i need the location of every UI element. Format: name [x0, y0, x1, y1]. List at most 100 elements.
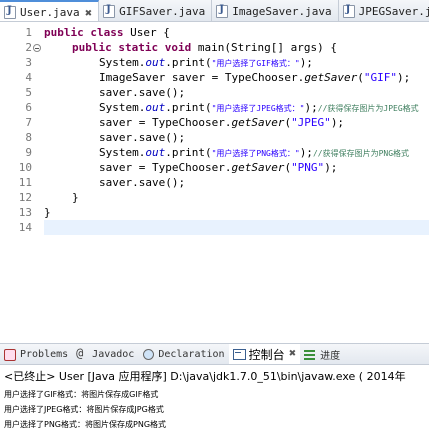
code-text: System.: [99, 146, 146, 159]
code-line: System.out.print("用户选择了JPEG格式：");//获得保存图…: [99, 100, 419, 115]
tab-label: 进度: [320, 350, 341, 362]
line-number: 4: [25, 71, 32, 84]
code-text-area[interactable]: public class User { public static void m…: [44, 23, 429, 333]
line-number: 10: [18, 161, 32, 174]
code-text: saver = TypeChooser.: [99, 116, 232, 129]
tab-progress[interactable]: 进度: [300, 344, 344, 364]
tab-console[interactable]: 控制台: [228, 344, 301, 364]
close-icon[interactable]: [85, 6, 93, 19]
code-text: User {: [130, 26, 170, 39]
keyword: static: [118, 41, 159, 54]
keyword: public: [72, 41, 112, 54]
static-field: out: [145, 56, 166, 69]
code-text: );: [304, 101, 318, 114]
console-output-line: 用户选择了GIF格式：将图片保存成GIF格式: [4, 390, 159, 399]
code-line: System.out.print("用户选择了PNG格式：");//获得保存图片…: [99, 145, 409, 160]
editor-tab-imagesaver-java[interactable]: ImageSaver.java: [212, 0, 339, 21]
declaration-icon: [141, 347, 155, 361]
code-text: );: [330, 116, 345, 129]
tab-problems[interactable]: Problems: [0, 344, 72, 364]
code-line: saver = TypeChooser.getSaver("JPEG");: [99, 115, 344, 130]
code-line: public static void main(String[] args) {: [72, 40, 337, 55]
static-method: getSaver: [231, 116, 285, 129]
tab-label: ImageSaver.java: [232, 4, 332, 18]
static-method: getSaver: [231, 161, 285, 174]
line-number: 3: [25, 56, 32, 69]
code-line: saver.save();: [99, 130, 185, 145]
tab-declaration[interactable]: Declaration: [138, 344, 228, 364]
code-line: }: [44, 205, 51, 220]
line-number: 12: [18, 191, 32, 204]
javadoc-icon: [75, 346, 89, 361]
keyword: void: [164, 41, 192, 54]
keyword: class: [90, 26, 124, 39]
code-text: .print(: [165, 56, 212, 69]
code-text: System.: [99, 56, 146, 69]
code-text: );: [299, 56, 313, 69]
code-text: );: [324, 161, 338, 174]
line-number: 5: [25, 86, 32, 99]
current-line-highlight: [44, 220, 429, 235]
code-editor[interactable]: 1 2 3 4 5 6 7 8 9 10 11 12 13 14 public …: [0, 23, 429, 333]
view-tab-bar: Problems Javadoc Declaration 控制台 进度: [0, 343, 429, 365]
line-number: 14: [18, 221, 32, 234]
code-text: }: [44, 206, 51, 219]
string-literal: "GIF": [363, 71, 398, 84]
java-file-icon: [342, 4, 355, 18]
code-text: main(String[] args) {: [197, 41, 337, 54]
line-number: 13: [18, 206, 32, 219]
java-file-icon: [103, 4, 116, 18]
string-literal: "用户选择了JPEG格式：": [211, 104, 305, 113]
static-field: out: [145, 101, 166, 114]
code-text: );: [397, 71, 411, 84]
code-line: saver.save();: [99, 175, 185, 190]
code-text: saver.save();: [99, 131, 186, 144]
line-number: 9: [25, 146, 32, 159]
code-line: public class User {: [44, 25, 170, 40]
code-text: saver.save();: [99, 86, 186, 99]
tab-label: Declaration: [158, 348, 225, 360]
editor-tab-jpegsaver-java[interactable]: JPEGSaver.java: [339, 0, 429, 21]
code-line: System.out.print("用户选择了GIF格式：");: [99, 55, 313, 70]
line-number: 1: [25, 26, 32, 39]
code-comment: //获得保存图片为PNG格式: [312, 149, 410, 158]
line-number: 6: [25, 101, 32, 114]
tab-label: Problems: [20, 348, 69, 360]
code-line: saver.save();: [99, 85, 185, 100]
console-view[interactable]: <已终止> User [Java 应用程序] D:\java\jdk1.7.0_…: [0, 366, 429, 438]
tab-label: JPEGSaver.java: [358, 4, 429, 18]
code-line: }: [72, 190, 79, 205]
java-file-icon: [4, 5, 16, 19]
tab-label: 控制台: [248, 347, 285, 362]
string-literal: "JPEG": [291, 116, 331, 129]
code-text: (: [357, 71, 364, 84]
tab-label: Javadoc: [92, 348, 135, 360]
code-text: ImageSaver saver = TypeChooser.: [99, 71, 305, 84]
line-number: 2: [25, 41, 32, 54]
problems-icon: [3, 347, 17, 361]
string-literal: "用户选择了GIF格式：": [211, 59, 300, 68]
static-field: out: [145, 146, 166, 159]
string-literal: "PNG": [291, 161, 325, 174]
code-text: );: [299, 146, 313, 159]
code-text: System.: [99, 101, 146, 114]
tab-label: User.java: [20, 6, 80, 19]
keyword: public: [44, 26, 84, 39]
code-text: .print(: [165, 146, 212, 159]
fold-toggle-icon[interactable]: [33, 44, 41, 52]
console-output-line: 用户选择了PNG格式：将图片保存成PNG格式: [4, 420, 167, 429]
code-line: saver = TypeChooser.getSaver("PNG");: [99, 160, 337, 175]
code-text: }: [72, 191, 79, 204]
editor-tab-bar: User.java GIFSaver.java ImageSaver.java …: [0, 0, 429, 22]
line-number: 11: [18, 176, 32, 189]
editor-tab-user-java[interactable]: User.java: [0, 0, 100, 21]
console-icon: [232, 347, 246, 361]
close-icon[interactable]: [289, 349, 297, 359]
static-method: getSaver: [304, 71, 358, 84]
line-number: 7: [25, 116, 32, 129]
console-status-header: <已终止> User [Java 应用程序] D:\java\jdk1.7.0_…: [4, 370, 406, 383]
editor-tab-gifsaver-java[interactable]: GIFSaver.java: [99, 0, 213, 21]
code-text: .print(: [165, 101, 212, 114]
code-text: saver.save();: [99, 176, 186, 189]
tab-javadoc[interactable]: Javadoc: [72, 344, 138, 364]
